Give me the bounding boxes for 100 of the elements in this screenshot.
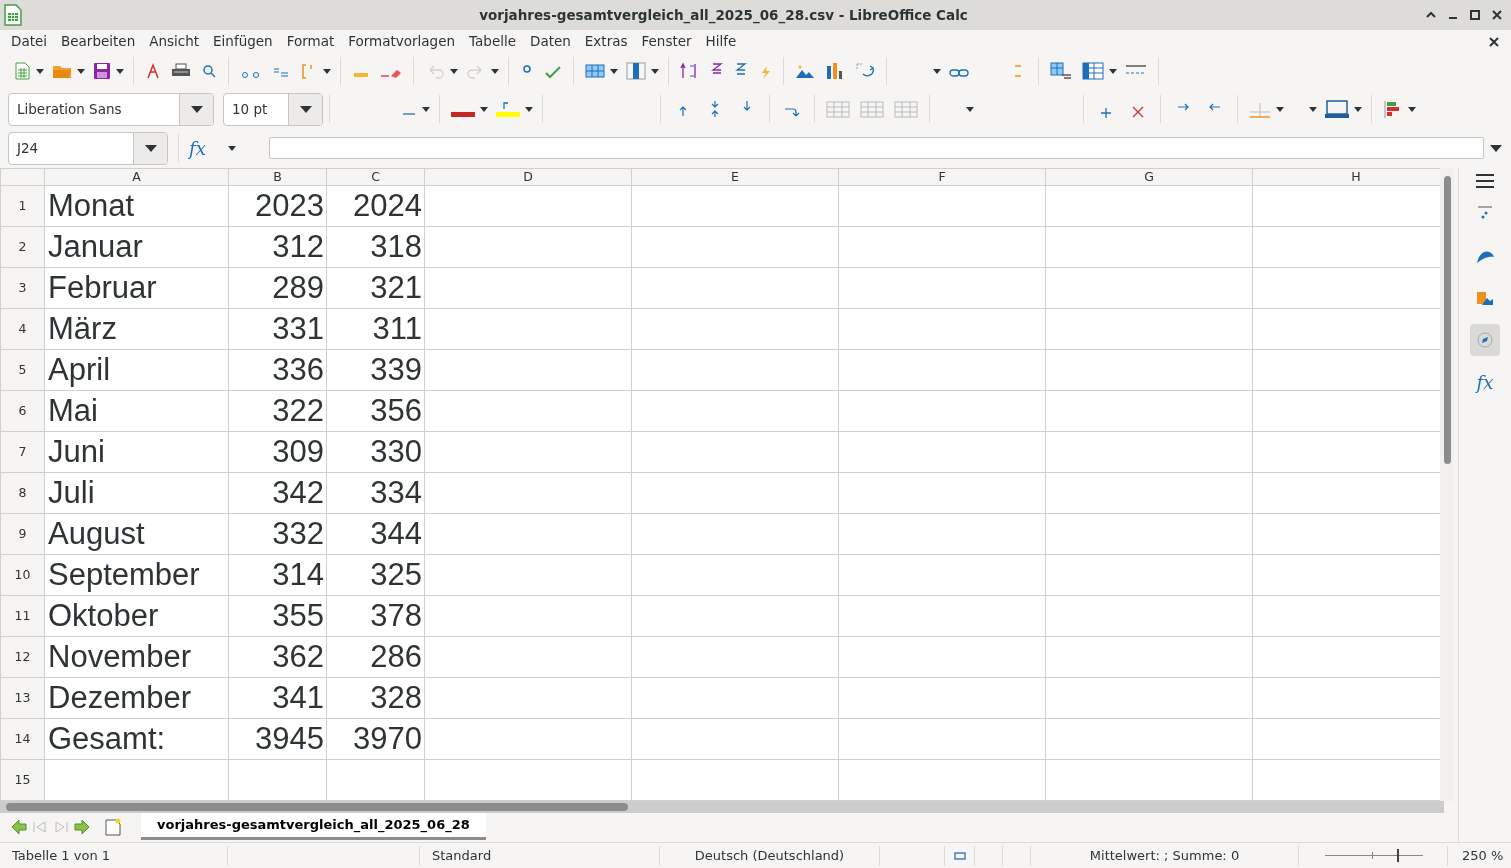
caret-icon[interactable]	[966, 106, 974, 112]
row-header[interactable]: 11	[0, 595, 45, 637]
expand-caret-icon[interactable]	[1490, 144, 1502, 152]
column-header[interactable]: C	[326, 168, 425, 186]
scrollbar-thumb[interactable]	[6, 803, 628, 811]
menu-item[interactable]: Formatvorlagen	[341, 30, 463, 52]
table-cell: 322	[228, 390, 327, 432]
unmerge-cells-icon[interactable]	[894, 100, 918, 118]
name-box-field[interactable]: J24	[8, 131, 168, 165]
column-header[interactable]: D	[424, 168, 632, 186]
function-button[interactable]: fx	[1470, 366, 1500, 398]
table-cell: 355	[228, 595, 327, 637]
merge-cells-icon[interactable]	[826, 100, 850, 118]
table-cell: 330	[326, 431, 425, 473]
row-header[interactable]: 10	[0, 554, 45, 596]
menu-item[interactable]: Fenster	[634, 30, 699, 52]
caret-icon[interactable]	[1276, 106, 1284, 112]
last-sheet-arrow-icon[interactable]	[73, 818, 91, 835]
column-header[interactable]: H	[1252, 168, 1440, 186]
close-icon[interactable]	[1491, 9, 1503, 21]
menu-item[interactable]: Daten	[523, 30, 578, 52]
highlight-color-icon[interactable]	[496, 100, 520, 118]
caret-icon[interactable]	[190, 105, 203, 113]
row-header[interactable]: 15	[0, 759, 45, 801]
font-name-field[interactable]: Liberation Sans	[8, 92, 214, 126]
menu-item[interactable]: Format	[279, 30, 342, 52]
table-icon[interactable]	[1082, 62, 1104, 80]
caret-icon[interactable]	[144, 144, 157, 152]
caret-icon[interactable]	[323, 68, 331, 74]
table-cell: 3970	[326, 718, 425, 760]
table-cell: 286	[326, 636, 425, 678]
close-document-icon[interactable]	[1489, 36, 1499, 47]
row-header[interactable]: 8	[0, 472, 45, 514]
table-columns-icon[interactable]	[626, 62, 646, 80]
table-cell: 342	[228, 472, 327, 514]
table-cell: 332	[228, 513, 327, 555]
table-cell: 2023	[228, 185, 327, 227]
column-header[interactable]: B	[228, 168, 327, 186]
caret-icon[interactable]	[1408, 106, 1416, 112]
border-color-icon[interactable]	[1325, 100, 1349, 118]
row-header[interactable]: 9	[0, 513, 45, 555]
table-cell: Monat	[44, 185, 229, 227]
column-header[interactable]: E	[631, 168, 839, 186]
row-header[interactable]: 6	[0, 390, 45, 432]
column-header[interactable]: G	[1045, 168, 1253, 186]
row-header[interactable]: 13	[0, 677, 45, 719]
row-header[interactable]: 5	[0, 349, 45, 391]
menu-item[interactable]: Bearbeiten	[54, 30, 143, 52]
caret-icon[interactable]	[1309, 106, 1317, 112]
table-cell: November	[44, 636, 229, 678]
compass-icon	[1476, 331, 1494, 349]
bar-chart-icon[interactable]	[825, 62, 845, 80]
formula-input-field[interactable]	[268, 137, 1484, 159]
caret-icon[interactable]	[227, 145, 236, 151]
table-rows-icon[interactable]	[585, 62, 605, 80]
magnifier-icon[interactable]	[201, 62, 217, 80]
caret-icon[interactable]	[450, 68, 458, 74]
caret-icon[interactable]	[422, 106, 430, 112]
menu-item[interactable]: Einfügen	[206, 30, 280, 52]
font-size-field[interactable]: 10 pt	[223, 92, 323, 126]
menu-item[interactable]: Tabelle	[462, 30, 523, 52]
menu-item[interactable]: Datei	[4, 30, 55, 52]
caret-icon[interactable]	[610, 68, 618, 74]
sheet-tab[interactable]: vorjahres-gesamtvergleich_all_2025_06_28	[141, 812, 486, 841]
caret-icon[interactable]	[480, 106, 488, 112]
row-header[interactable]: 3	[0, 267, 45, 309]
row-header[interactable]: 4	[0, 308, 45, 350]
spreadsheet-icon[interactable]	[13, 62, 31, 80]
column-header[interactable]: A	[44, 168, 229, 186]
function-wizard-button[interactable]: fx	[189, 134, 206, 162]
caret-icon[interactable]	[933, 68, 941, 74]
caret-icon[interactable]	[525, 106, 533, 112]
selection-mode-icon[interactable]	[953, 851, 966, 860]
caret-icon[interactable]	[36, 68, 44, 74]
row-header[interactable]: 1	[0, 185, 45, 227]
row-header[interactable]: 2	[0, 226, 45, 268]
row-header[interactable]: 14	[0, 718, 45, 760]
row-header[interactable]: 12	[0, 636, 45, 678]
menu-item[interactable]: Ansicht	[142, 30, 207, 52]
spreadsheet-app-icon	[4, 4, 22, 26]
new-sheet-icon[interactable]	[104, 817, 122, 836]
pivot-table-icon[interactable]	[855, 62, 875, 80]
table-cell: April	[44, 349, 229, 391]
caret-icon[interactable]	[491, 68, 499, 74]
caret-icon[interactable]	[1354, 106, 1362, 112]
caret-icon[interactable]	[651, 68, 659, 74]
caret-icon[interactable]	[116, 68, 124, 74]
maximize-icon[interactable]	[1469, 9, 1481, 21]
caret-icon[interactable]	[299, 105, 312, 113]
scrollbar-thumb[interactable]	[1443, 176, 1451, 464]
first-sheet-arrow-icon[interactable]	[10, 818, 28, 835]
freeze-rows-icon[interactable]	[1050, 62, 1072, 80]
menu-item[interactable]: Hilfe	[698, 30, 744, 52]
row-header[interactable]: 7	[0, 431, 45, 473]
table-cell: 362	[228, 636, 327, 678]
column-header[interactable]: F	[838, 168, 1046, 186]
caret-icon[interactable]	[1109, 68, 1117, 74]
menu-icon[interactable]	[1476, 174, 1494, 188]
caret-icon[interactable]	[77, 68, 85, 74]
menu-item[interactable]: Extras	[577, 30, 635, 52]
